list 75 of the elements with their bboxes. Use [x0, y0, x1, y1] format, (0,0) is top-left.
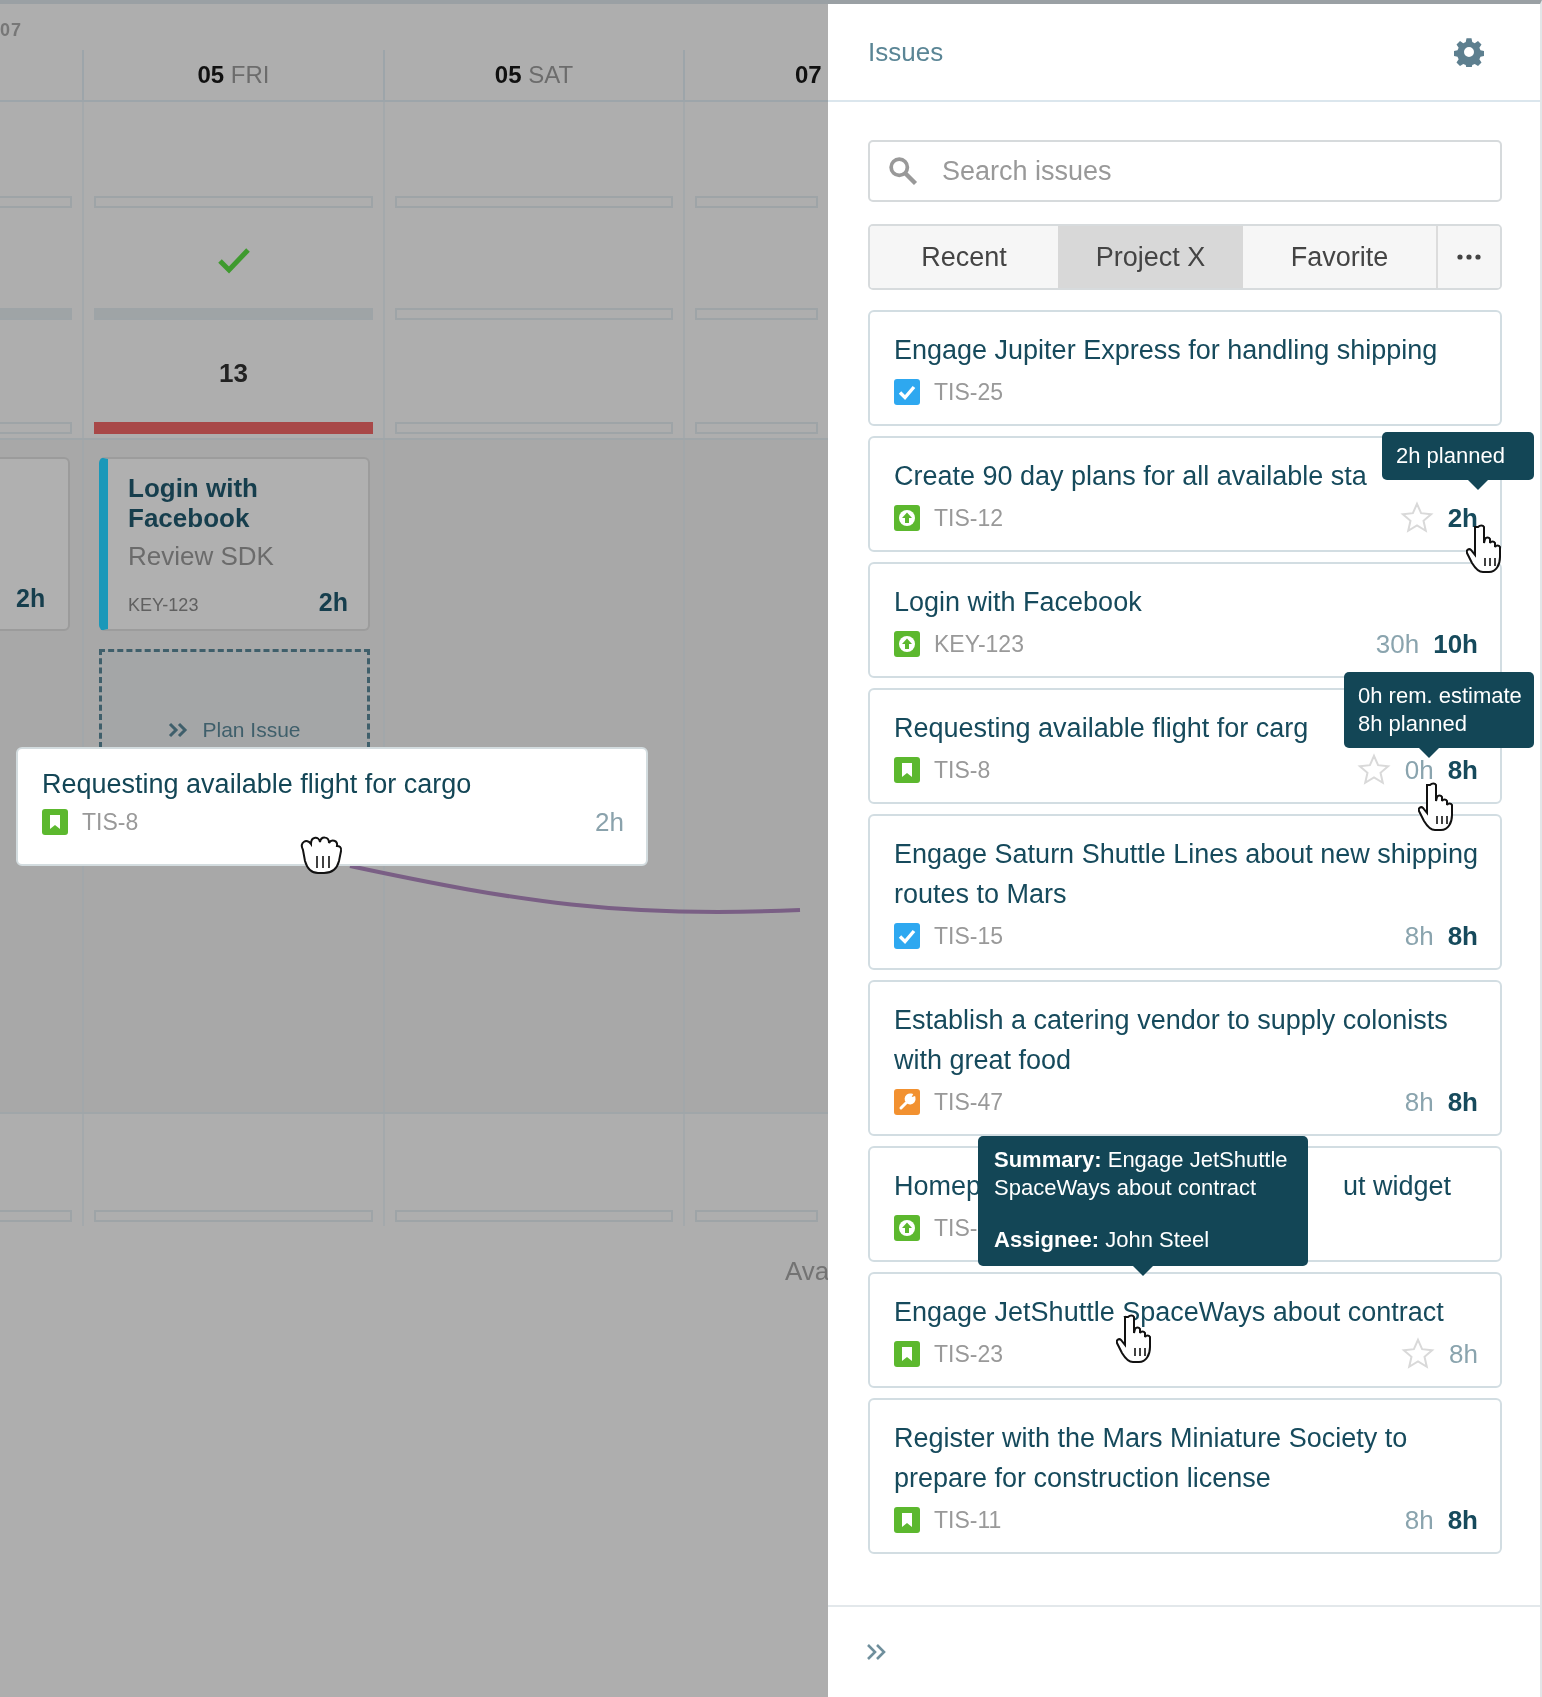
arrow-up-icon: [894, 631, 920, 657]
issue-key: KEY-123: [934, 630, 1024, 658]
issue-title: Requesting available flight for cargo: [42, 769, 472, 799]
issue-title: Engage JetShuttle SpaceWays about contract: [894, 1296, 1444, 1329]
tooltip: 0h rem. estimate 8h planned: [1344, 672, 1534, 758]
planned-hours: 8h: [1447, 1086, 1478, 1118]
planned-hours: 8h: [1447, 920, 1478, 952]
remaining-estimate: 8h: [1404, 1086, 1434, 1118]
day-header: 05 FRI: [197, 61, 270, 89]
tooltip: Summary: Engage JetShuttle SpaceWays about contract Assignee: John Steel: [978, 1136, 1308, 1276]
day-header: 05 SAT: [494, 61, 574, 89]
more-button[interactable]: [1436, 226, 1500, 288]
search-field[interactable]: Search issues: [868, 140, 1502, 202]
settings-icon[interactable]: [1454, 37, 1484, 67]
hours-total: 13: [219, 357, 248, 389]
star-icon[interactable]: [1401, 1337, 1436, 1371]
issue-key: TIS-8: [82, 808, 139, 836]
search-icon: [888, 156, 918, 186]
remaining-estimate: 30h: [1375, 628, 1420, 660]
remaining-estimate: 8h: [1449, 1338, 1478, 1370]
issue-title: Register with the Mars Miniature Society to prepare for construction license: [894, 1422, 1409, 1495]
worklog-card[interactable]: 2h: [0, 457, 70, 631]
bookmark-icon: [894, 1341, 920, 1367]
remaining-estimate: 8h: [1404, 920, 1434, 952]
issue-title: Login with Facebook: [894, 586, 1142, 619]
planned-hours: 8h: [1447, 1504, 1478, 1536]
worklog-title: Login with Facebook: [128, 473, 259, 533]
star-icon[interactable]: [1399, 501, 1434, 535]
tab[interactable]: Recent: [870, 226, 1058, 288]
issue-title: Requesting available flight for carg: [894, 712, 1309, 745]
planned-hours: 10h: [1433, 628, 1478, 660]
wrench-icon: [894, 1089, 920, 1115]
issue-card[interactable]: Engage Saturn Shuttle Lines about new shipping routes to Mars TIS-15 8h 8h: [868, 814, 1502, 970]
panel-title: Issues: [868, 36, 944, 68]
remaining-estimate: 8h: [1404, 1504, 1434, 1536]
worklog-subtitle: Review SDK: [128, 541, 275, 572]
more-icon: [1457, 254, 1481, 260]
double-chevron-icon[interactable]: [866, 1643, 888, 1661]
plan-issue-label: Plan Issue: [202, 718, 301, 742]
tooltip: 2h planned: [1382, 432, 1534, 490]
issue-key: TIS-47: [934, 1088, 1004, 1116]
issue-card[interactable]: Establish a catering vendor to supply colonists with great food TIS-47 8h 8h: [868, 980, 1502, 1136]
issue-key: TIS-11: [934, 1506, 1002, 1534]
bookmark-icon: [42, 809, 68, 835]
issue-title: Engage Saturn Shuttle Lines about new shipping routes to Mars: [894, 838, 1478, 911]
issue-card[interactable]: Engage JetShuttle SpaceWays about contract TIS-23 8h: [868, 1272, 1502, 1388]
star-icon[interactable]: [1356, 753, 1391, 787]
issue-key: TIS-25: [934, 378, 1004, 406]
check-icon: [894, 923, 920, 949]
hours-text: 2h: [16, 584, 46, 613]
worklog-card[interactable]: Login with Facebook Review SDK KEY-123 2h: [99, 457, 370, 631]
issue-key: TIS-12: [934, 504, 1004, 532]
check-icon: [894, 379, 920, 405]
arrow-up-icon: [894, 1215, 920, 1241]
bookmark-icon: [894, 1507, 920, 1533]
issue-title: Create 90 day plans for all available sta: [894, 460, 1367, 493]
issue-card[interactable]: Engage Jupiter Express for handling shipping TIS-25: [868, 310, 1502, 426]
tab[interactable]: Project X: [1058, 226, 1243, 288]
bookmark-icon: [894, 757, 920, 783]
day-header: 07: [795, 61, 822, 89]
issue-title: Engage Jupiter Express for handling shipping: [894, 334, 1438, 367]
issue-key: TIS-15: [934, 922, 1004, 950]
issue-key: TIS-8: [934, 756, 991, 784]
issue-key: KEY-123: [128, 595, 199, 616]
issue-card[interactable]: Register with the Mars Miniature Society to prepare for construction license TIS-11 8h 8h: [868, 1398, 1502, 1554]
issue-key: TIS-23: [934, 1340, 1004, 1368]
tab[interactable]: Favorite: [1243, 226, 1436, 288]
arrow-up-icon: [894, 505, 920, 531]
hours-text: 2h: [318, 588, 348, 617]
dragged-issue-card[interactable]: Requesting available flight for cargo TIS-8 2h: [16, 747, 648, 866]
hours-text: 2h: [595, 806, 624, 838]
issue-title: Establish a catering vendor to supply colonists with great food: [894, 1004, 1449, 1077]
planned-hours: 2h: [1447, 502, 1478, 534]
issue-title: ut widget: [1343, 1170, 1452, 1203]
issue-key: TIS-: [934, 1214, 978, 1242]
